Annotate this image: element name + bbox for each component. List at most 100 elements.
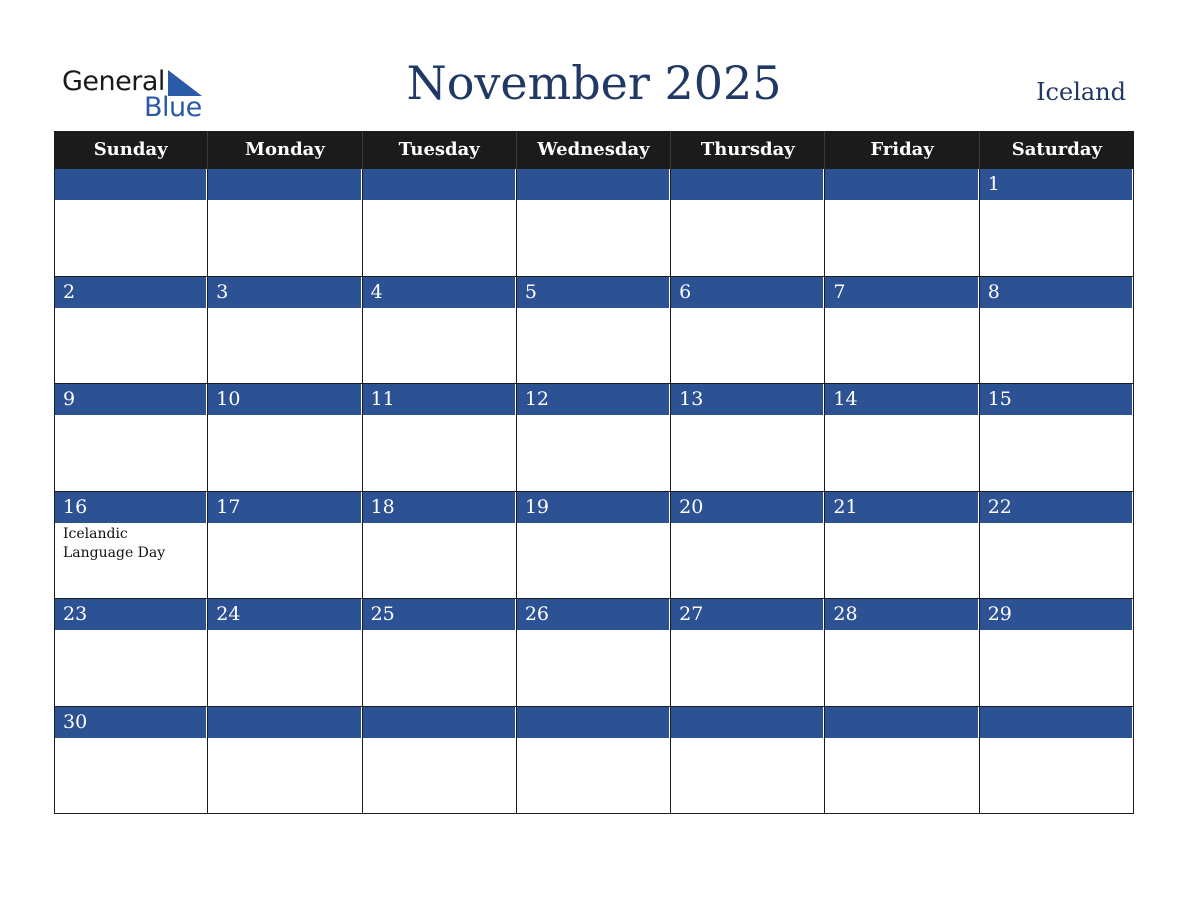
weekday-header: Monday — [208, 131, 363, 169]
day-number: 19 — [516, 491, 671, 523]
day-cell[interactable]: 1 — [979, 169, 1134, 277]
day-number: 17 — [208, 491, 362, 523]
weekday-header-row: Sunday Monday Tuesday Wednesday Thursday… — [54, 131, 1134, 169]
day-cell[interactable] — [208, 706, 363, 814]
day-number: 30 — [55, 706, 208, 738]
day-cell[interactable]: 18 — [362, 491, 517, 599]
week-row: 9 10 11 12 13 14 15 — [54, 384, 1134, 492]
day-cell[interactable]: 25 — [362, 599, 517, 707]
weekday-header: Friday — [825, 131, 980, 169]
weekday-header: Tuesday — [363, 131, 517, 169]
day-cell[interactable]: 27 — [671, 599, 826, 707]
day-number — [979, 706, 1133, 738]
day-cell[interactable]: 17 — [208, 491, 363, 599]
day-number: 4 — [362, 276, 516, 308]
day-cell[interactable]: 14 — [825, 384, 980, 492]
day-number — [362, 169, 516, 200]
day-cell[interactable] — [516, 169, 672, 277]
day-cell[interactable]: 29 — [979, 599, 1134, 707]
holiday-event: Icelandic Language Day — [63, 525, 166, 561]
day-number: 12 — [516, 384, 671, 415]
day-cell[interactable] — [671, 706, 826, 814]
weeks-container: 1 2 3 4 5 6 7 8 9 10 11 12 13 14 15 16 Icelandic Languag… — [54, 169, 1134, 814]
day-cell[interactable] — [208, 169, 363, 277]
weekday-header: Thursday — [671, 131, 826, 169]
day-number — [671, 169, 825, 200]
day-number: 1 — [979, 169, 1133, 200]
day-number — [516, 169, 671, 200]
day-cell[interactable]: 7 — [825, 276, 980, 384]
day-number: 26 — [516, 599, 671, 630]
day-number — [208, 706, 362, 738]
day-number: 21 — [825, 491, 979, 523]
day-cell[interactable]: 16 Icelandic Language Day — [54, 491, 209, 599]
week-row: 1 — [54, 169, 1134, 277]
day-number: 3 — [208, 276, 362, 308]
day-cell[interactable]: 20 — [671, 491, 826, 599]
day-number — [55, 169, 208, 200]
weekday-header: Saturday — [1011, 139, 1102, 160]
day-cell[interactable]: 8 — [979, 276, 1134, 384]
day-cell[interactable] — [825, 169, 980, 277]
week-row: 2345678 — [54, 276, 1134, 384]
day-cell[interactable]: 3 — [208, 276, 363, 384]
day-number — [208, 169, 362, 200]
day-number: 29 — [979, 599, 1133, 630]
weekday-header: Wednesday — [517, 131, 672, 169]
day-cell[interactable]: 9 — [54, 384, 209, 492]
week-row: 16 Icelandic Language Day 17 18 19 20 21 22 — [54, 491, 1134, 599]
day-cell[interactable]: 21 — [825, 491, 980, 599]
day-number: 23 — [55, 599, 208, 630]
calendar-title: November 2025 — [406, 56, 782, 110]
day-number: 28 — [825, 599, 979, 630]
day-cell[interactable]: 12 — [516, 384, 672, 492]
day-cell[interactable]: 24 — [208, 599, 363, 707]
day-cell[interactable]: 26 — [516, 599, 672, 707]
day-cell[interactable]: 13 — [671, 384, 826, 492]
day-number: 11 — [362, 384, 516, 415]
day-number — [516, 706, 671, 738]
day-cell[interactable] — [54, 169, 209, 277]
day-cell[interactable]: 2 — [54, 276, 209, 384]
day-number — [825, 169, 979, 200]
day-cell[interactable]: 23 — [54, 599, 209, 707]
day-cell[interactable]: 10 — [208, 384, 363, 492]
day-cell[interactable] — [362, 169, 517, 277]
day-number: 15 — [979, 384, 1133, 415]
day-cell[interactable]: 28 — [825, 599, 980, 707]
week-row: 23 24 25 26 27 28 29 — [54, 599, 1134, 707]
day-number: 5 — [516, 276, 671, 308]
day-number: 8 — [979, 276, 1133, 308]
day-number: 20 — [671, 491, 825, 523]
week-row: 30 — [54, 706, 1134, 814]
day-number: 25 — [362, 599, 516, 630]
day-number: 22 — [979, 491, 1133, 523]
day-cell[interactable]: 15 — [979, 384, 1134, 492]
day-number — [362, 706, 516, 738]
day-number: 10 — [208, 384, 362, 415]
day-cell[interactable]: 4 — [362, 276, 517, 384]
calendar-grid: Sunday Monday Tuesday Wednesday Thursday… — [54, 131, 1134, 814]
day-number: 14 — [825, 384, 979, 415]
day-cell[interactable]: 11 — [362, 384, 517, 492]
day-number: 2 — [55, 276, 208, 308]
day-cell[interactable] — [362, 706, 517, 814]
day-cell[interactable] — [825, 706, 980, 814]
day-cell[interactable]: 6 — [671, 276, 826, 384]
day-number — [671, 706, 825, 738]
day-number: 27 — [671, 599, 825, 630]
day-number: 6 — [671, 276, 825, 308]
day-cell[interactable] — [516, 706, 672, 814]
day-cell[interactable]: 19 — [516, 491, 672, 599]
day-number: 9 — [55, 384, 208, 415]
day-cell[interactable]: 5 — [516, 276, 672, 384]
day-cell[interactable]: 22 — [979, 491, 1134, 599]
day-number: 18 — [362, 491, 516, 523]
day-cell[interactable]: 30 — [54, 706, 209, 814]
day-cell[interactable] — [979, 706, 1134, 814]
weekday-header: Sunday — [54, 131, 209, 169]
day-number: 16 — [55, 491, 208, 523]
day-cell[interactable] — [671, 169, 826, 277]
day-number: 13 — [671, 384, 825, 415]
country-label: Iceland — [1036, 78, 1126, 106]
